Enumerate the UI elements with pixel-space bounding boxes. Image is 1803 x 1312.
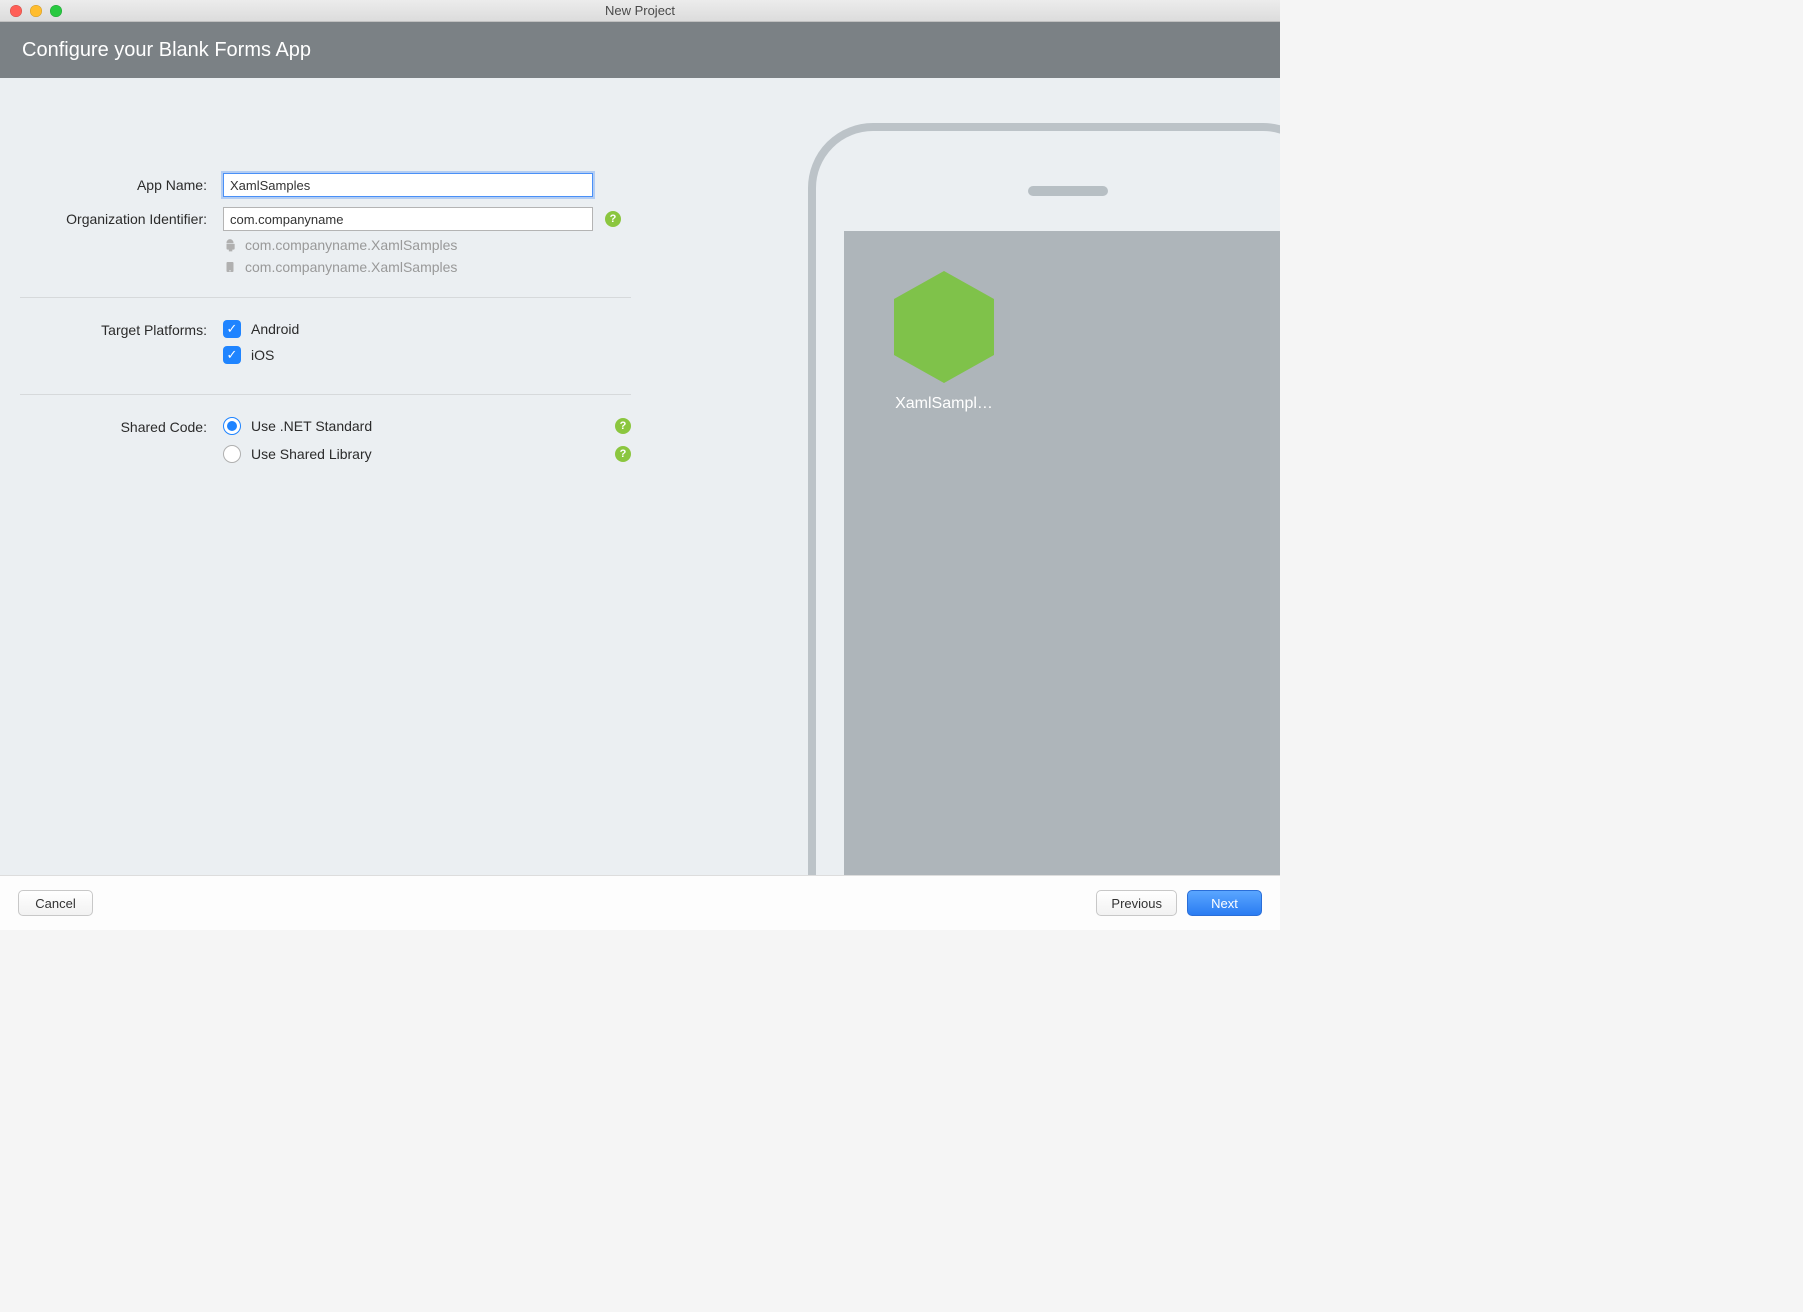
platform-ios-label: iOS <box>251 347 274 363</box>
org-id-label: Organization Identifier: <box>20 211 215 227</box>
android-bundle-hint: com.companyname.XamlSamples <box>223 237 593 253</box>
page-title: Configure your Blank Forms App <box>22 39 311 62</box>
divider <box>20 394 631 395</box>
target-platforms-label: Target Platforms: <box>20 320 215 338</box>
phone-outline-graphic: XamlSampl… <box>808 123 1280 875</box>
platform-ios-row[interactable]: ✓ iOS <box>223 346 631 364</box>
content-area: App Name: Organization Identifier: ? com… <box>0 78 1280 875</box>
platform-android-label: Android <box>251 321 299 337</box>
next-button[interactable]: Next <box>1187 890 1262 916</box>
hexagon-icon <box>894 271 994 383</box>
phone-icon <box>223 260 237 274</box>
android-bundle-id: com.companyname.XamlSamples <box>245 237 457 253</box>
platform-android-row[interactable]: ✓ Android <box>223 320 631 338</box>
radio-unselected-icon <box>223 445 241 463</box>
help-icon[interactable]: ? <box>605 211 621 227</box>
previous-button[interactable]: Previous <box>1096 890 1177 916</box>
ios-bundle-id: com.companyname.XamlSamples <box>245 259 457 275</box>
shared-code-sharedlib-label: Use Shared Library <box>251 446 611 462</box>
divider <box>20 297 631 298</box>
shared-code-sharedlib-row[interactable]: Use Shared Library ? <box>223 445 631 463</box>
preview-panel: XamlSampl… <box>800 78 1280 875</box>
android-icon <box>223 238 237 252</box>
org-id-input[interactable] <box>223 207 593 231</box>
shared-code-netstandard-label: Use .NET Standard <box>251 418 611 434</box>
footer-bar: Cancel Previous Next <box>0 875 1280 930</box>
help-icon[interactable]: ? <box>615 418 631 434</box>
radio-selected-icon <box>223 417 241 435</box>
phone-screen-graphic: XamlSampl… <box>844 231 1280 875</box>
titlebar: New Project <box>0 0 1280 22</box>
page-header: Configure your Blank Forms App <box>0 22 1280 78</box>
app-name-input[interactable] <box>223 173 593 197</box>
form-panel: App Name: Organization Identifier: ? com… <box>0 78 800 875</box>
shared-code-netstandard-row[interactable]: Use .NET Standard ? <box>223 417 631 435</box>
ios-bundle-hint: com.companyname.XamlSamples <box>223 259 593 275</box>
cancel-button[interactable]: Cancel <box>18 890 93 916</box>
window-title: New Project <box>0 3 1280 18</box>
shared-code-label: Shared Code: <box>20 417 215 435</box>
help-icon[interactable]: ? <box>615 446 631 462</box>
app-name-label: App Name: <box>20 177 215 193</box>
app-tile: XamlSampl… <box>894 271 994 413</box>
phone-speaker-graphic <box>1028 186 1108 196</box>
preview-app-label: XamlSampl… <box>895 395 993 413</box>
checkbox-checked-icon: ✓ <box>223 346 241 364</box>
checkbox-checked-icon: ✓ <box>223 320 241 338</box>
